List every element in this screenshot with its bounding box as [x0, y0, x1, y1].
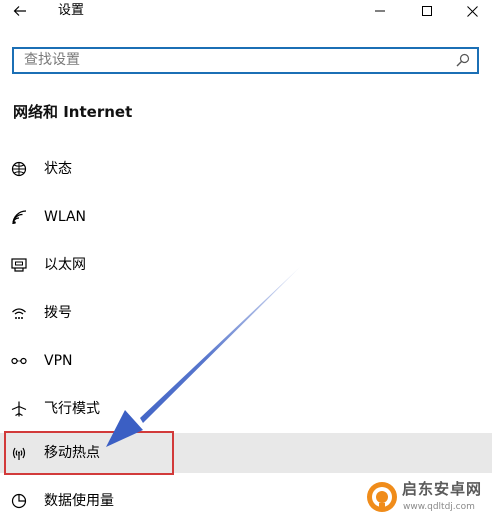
nav-item-label: 状态: [44, 161, 72, 177]
dialup-icon: [12, 308, 26, 319]
nav-item-label: 飞行模式: [44, 401, 100, 417]
watermark-logo-icon: [367, 482, 397, 512]
close-button[interactable]: [450, 0, 492, 22]
highlight-box: [4, 431, 174, 475]
nav-item-dialup[interactable]: 拨号: [0, 293, 492, 333]
search-icon[interactable]: [456, 53, 470, 67]
maximize-icon: [422, 6, 432, 16]
wifi-icon: [12, 210, 27, 225]
nav-item-wlan[interactable]: WLAN: [0, 197, 492, 237]
ethernet-icon: [11, 258, 27, 272]
vpn-icon: [11, 357, 27, 365]
nav-item-status[interactable]: 状态: [0, 149, 492, 189]
title-bar: 设置: [0, 0, 492, 32]
nav-item-label: 数据使用量: [44, 493, 114, 509]
airplane-icon: [11, 401, 27, 417]
search-input[interactable]: [24, 49, 424, 72]
watermark: 启东安卓网 www.qdltdj.com: [363, 476, 491, 520]
nav-item-airplane-mode[interactable]: 飞行模式: [0, 389, 492, 429]
nav-item-ethernet[interactable]: 以太网: [0, 245, 492, 285]
nav-item-vpn[interactable]: VPN: [0, 341, 492, 381]
window-title: 设置: [58, 3, 85, 18]
maximize-button[interactable]: [405, 0, 449, 22]
back-button[interactable]: [6, 0, 34, 22]
nav-item-label: WLAN: [44, 209, 87, 225]
nav-item-label: VPN: [44, 353, 73, 369]
minimize-button[interactable]: [358, 0, 402, 22]
search-box[interactable]: [12, 47, 479, 74]
watermark-brand: 启东安卓网: [402, 480, 483, 498]
globe-status-icon: [11, 161, 27, 177]
nav-item-label: 以太网: [44, 257, 86, 273]
watermark-url: www.qdltdj.com: [403, 502, 475, 512]
nav-item-label: 拨号: [44, 305, 72, 321]
close-icon: [466, 5, 478, 17]
section-title: 网络和 Internet: [13, 103, 133, 121]
minimize-icon: [375, 10, 385, 12]
back-arrow-icon: [13, 6, 26, 16]
data-usage-icon: [11, 493, 27, 509]
